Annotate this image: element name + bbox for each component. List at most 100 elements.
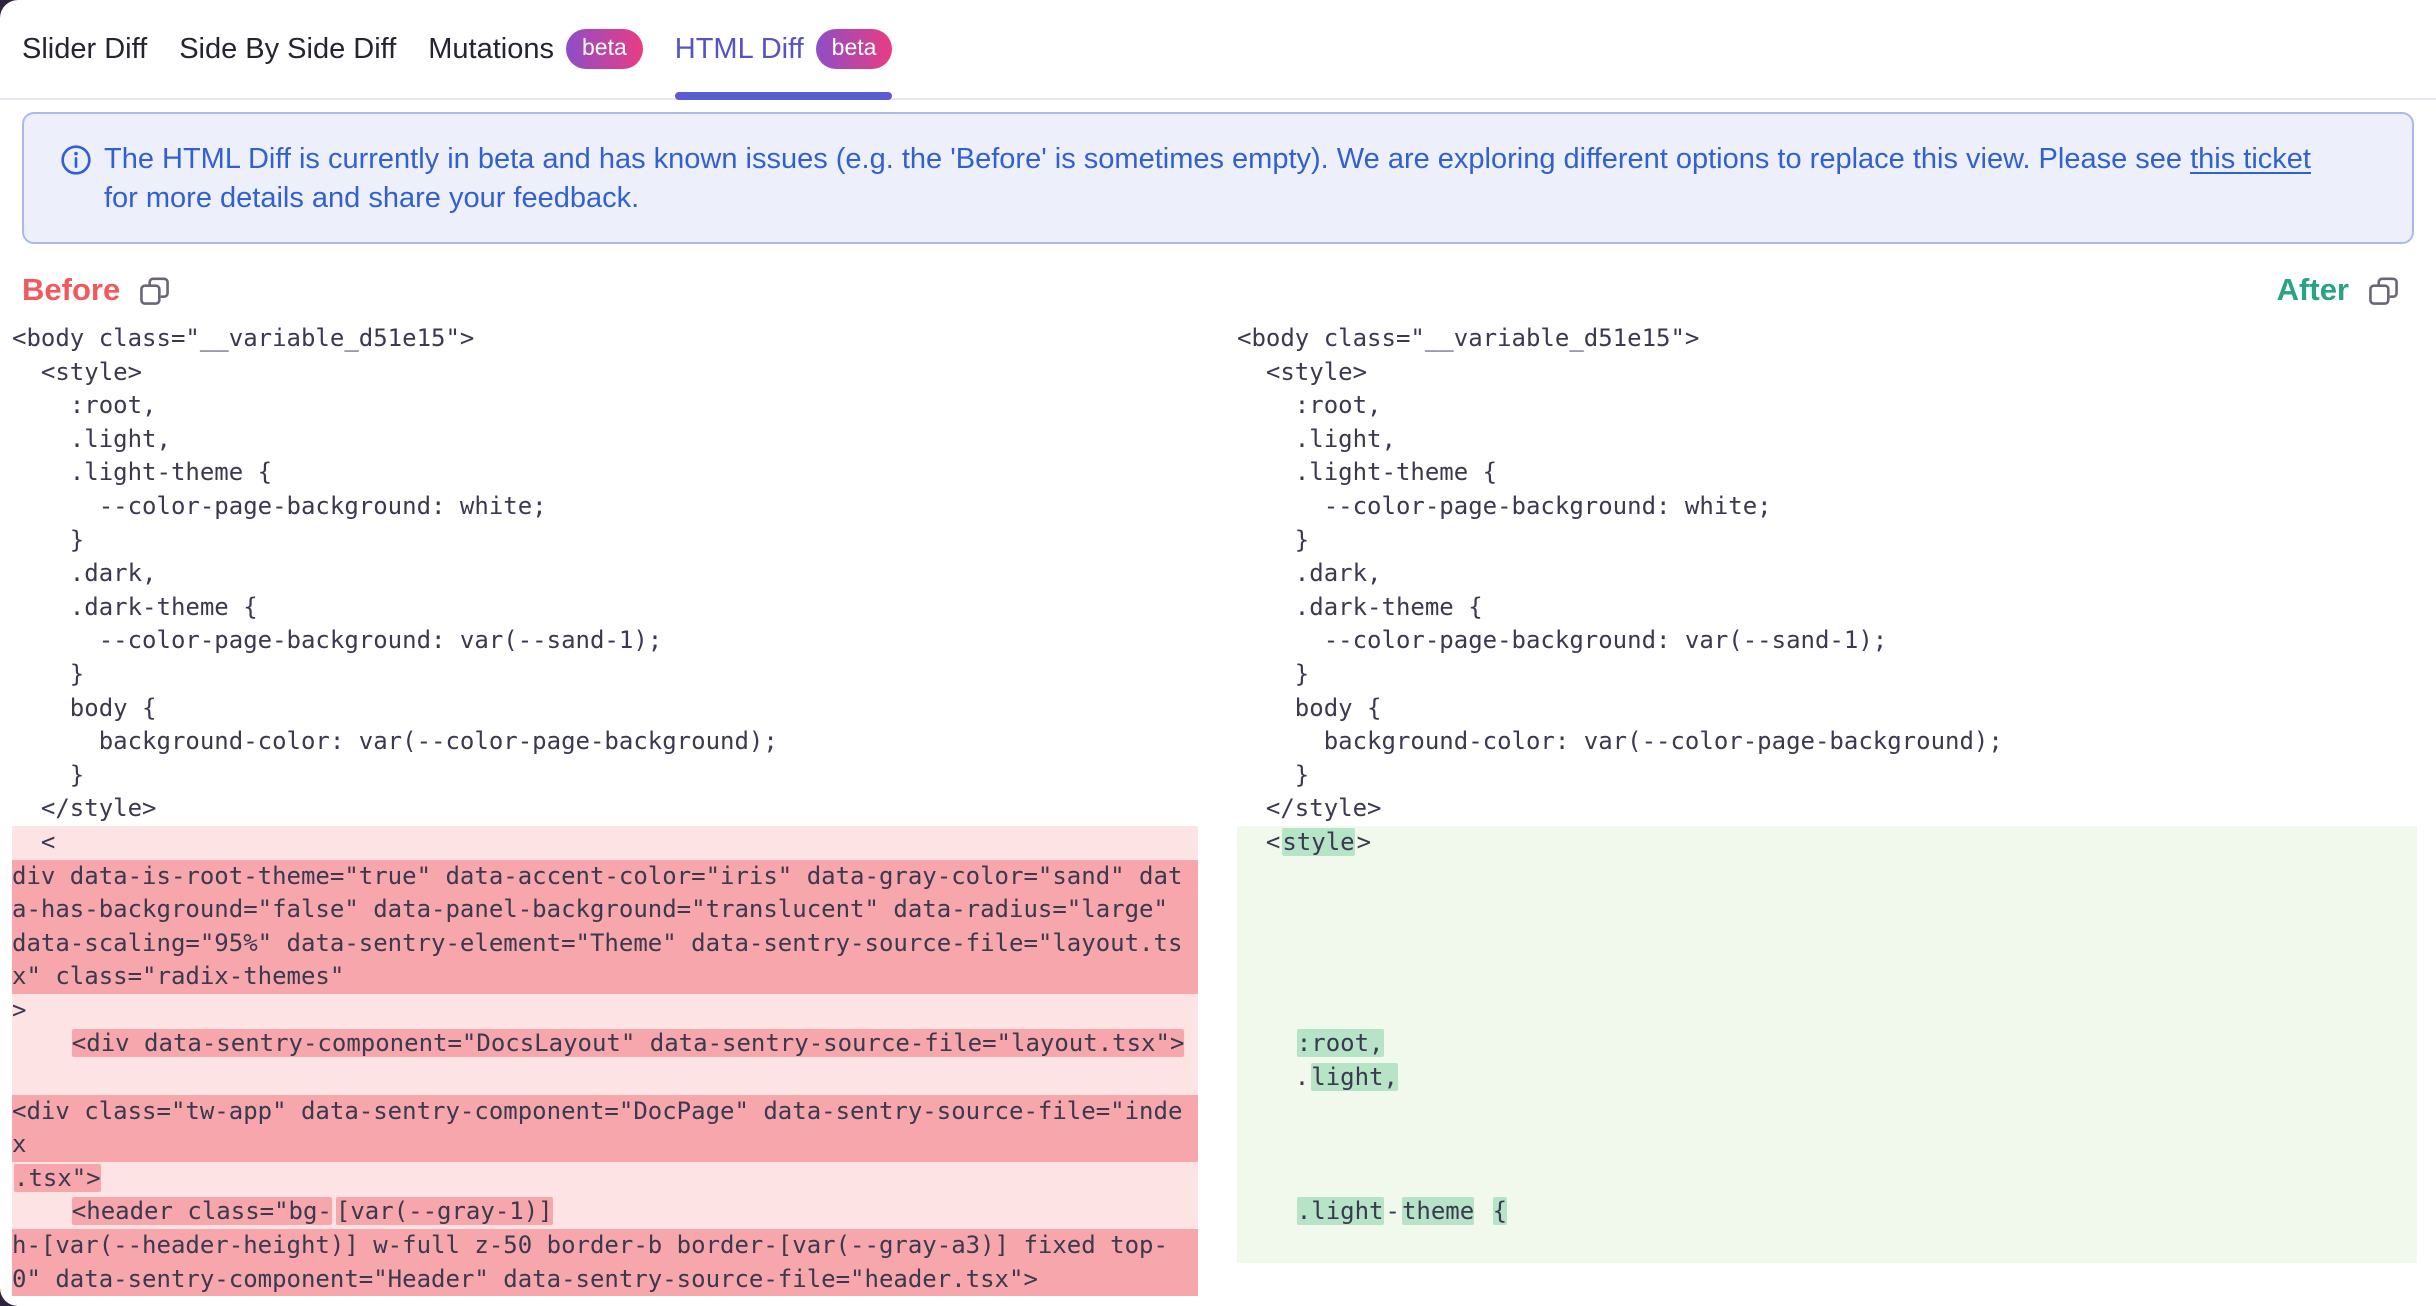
tab-label: Mutations <box>428 33 554 66</box>
code-line <box>1237 1095 2417 1129</box>
code-line: x <box>12 1128 1198 1162</box>
diff-header: Before After <box>0 272 2436 308</box>
code-line: } <box>1237 658 2417 692</box>
code-line: <style> <box>12 356 1198 390</box>
page: Slider Diff Side By Side Diff Mutations … <box>0 0 2436 1306</box>
code-segment: - <box>1386 1197 1400 1225</box>
copy-before-button[interactable] <box>138 274 171 307</box>
tab-html-diff[interactable]: HTML Diff beta <box>675 0 893 98</box>
code-line <box>1237 1162 2417 1196</box>
code-segment: [var(--gray-1)] <box>336 1197 553 1225</box>
code-line: </style> <box>1237 792 2417 826</box>
code-segment: > <box>1357 828 1371 856</box>
code-segment: --color-page-background: white; <box>12 492 547 520</box>
tab-mutations[interactable]: Mutations beta <box>428 0 643 98</box>
code-line: </style> <box>12 792 1198 826</box>
code-line: body { <box>1237 692 2417 726</box>
code-line: .light, <box>12 423 1198 457</box>
tab-label: Side By Side Diff <box>179 33 396 66</box>
active-tab-indicator <box>675 92 893 100</box>
code-segment: <style> <box>1237 358 1367 386</box>
code-segment: body { <box>1237 694 1382 722</box>
code-line: background-color: var(--color-page-backg… <box>12 725 1198 759</box>
after-code-panel: <body class="__variable_d51e15"> <style>… <box>1231 322 2417 1296</box>
code-segment: < <box>1237 828 1280 856</box>
code-segment: h-[var(--header-height)] w-full z-50 bor… <box>12 1231 1168 1259</box>
code-line: --color-page-background: white; <box>1237 490 2417 524</box>
code-segment: body { <box>12 694 157 722</box>
code-segment: } <box>1237 761 1309 789</box>
code-line: background-color: var(--color-page-backg… <box>1237 725 2417 759</box>
code-line: --color-page-background: white; <box>12 490 1198 524</box>
code-line: x" class="radix-themes" <box>12 960 1198 994</box>
code-line: .light-theme { <box>12 456 1198 490</box>
code-line: body { <box>12 692 1198 726</box>
code-line: .dark-theme { <box>1237 591 2417 625</box>
code-segment: .light-theme { <box>1237 458 1497 486</box>
code-segment: light, <box>1311 1063 1398 1091</box>
code-line: > <box>12 994 1198 1028</box>
code-segment: a-has-background="false" data-panel-back… <box>12 895 1168 923</box>
code-segment: .light-theme { <box>12 458 272 486</box>
code-segment: > <box>12 996 26 1024</box>
code-line: :root, <box>12 389 1198 423</box>
code-line: 0" data-sentry-component="Header" data-s… <box>12 1263 1198 1297</box>
code-line <box>1237 960 2417 994</box>
code-line: .dark-theme { <box>12 591 1198 625</box>
code-segment: . <box>1237 1063 1309 1091</box>
before-code-panel: <body class="__variable_d51e15"> <style>… <box>12 322 1198 1296</box>
code-segment: style <box>1282 828 1354 856</box>
info-icon <box>60 144 92 187</box>
code-segment: </style> <box>12 794 157 822</box>
code-segment: <header class="bg- <box>72 1197 332 1225</box>
code-line <box>1237 927 2417 961</box>
code-line <box>1237 860 2417 894</box>
code-segment <box>1237 1029 1295 1057</box>
ticket-link[interactable]: this ticket <box>2190 143 2311 175</box>
code-line: <header class="bg-[var(--gray-1)] <box>12 1195 1198 1229</box>
after-label: After <box>2277 272 2349 308</box>
code-line: } <box>12 658 1198 692</box>
code-line: < <box>12 826 1198 860</box>
code-segment: <body class="__variable_d51e15"> <box>1237 324 1699 352</box>
code-line: a-has-background="false" data-panel-back… <box>12 893 1198 927</box>
code-line <box>1237 994 2417 1028</box>
code-line: .dark, <box>12 557 1198 591</box>
code-line: } <box>12 759 1198 793</box>
code-line: .light-theme { <box>1237 456 2417 490</box>
diff-panels: <body class="__variable_d51e15"> <style>… <box>0 322 2436 1296</box>
code-segment: } <box>1237 526 1309 554</box>
code-segment: x <box>12 1130 26 1158</box>
code-segment: .dark-theme { <box>1237 593 1483 621</box>
tab-slider-diff[interactable]: Slider Diff <box>22 0 147 98</box>
code-segment <box>1237 1197 1295 1225</box>
copy-icon <box>138 274 171 307</box>
code-line: :root, <box>1237 389 2417 423</box>
code-segment: :root, <box>12 391 157 419</box>
code-line: <body class="__variable_d51e15"> <box>1237 322 2417 356</box>
code-line: .dark, <box>1237 557 2417 591</box>
code-segment: <style> <box>12 358 142 386</box>
code-line: div data-is-root-theme="true" data-accen… <box>12 860 1198 894</box>
before-label: Before <box>22 272 120 308</box>
code-segment: --color-page-background: var(--sand-1); <box>12 626 662 654</box>
tab-label: Slider Diff <box>22 33 147 66</box>
code-segment: .dark, <box>12 559 157 587</box>
copy-after-button[interactable] <box>2367 274 2400 307</box>
code-line <box>1237 1128 2417 1162</box>
code-line: h-[var(--header-height)] w-full z-50 bor… <box>12 1229 1198 1263</box>
code-segment: theme <box>1402 1197 1474 1225</box>
beta-banner: The HTML Diff is currently in beta and h… <box>22 112 2414 244</box>
code-segment: 0" data-sentry-component="Header" data-s… <box>12 1265 1038 1293</box>
tab-side-by-side-diff[interactable]: Side By Side Diff <box>179 0 396 98</box>
code-segment: --color-page-background: var(--sand-1); <box>1237 626 1887 654</box>
code-segment: .light, <box>12 425 171 453</box>
code-line: <style> <box>1237 826 2417 860</box>
code-line: .tsx"> <box>12 1162 1198 1196</box>
after-header: After <box>2277 272 2400 308</box>
banner-text-post: for more details and share your feedback… <box>104 182 639 214</box>
code-segment: x" class="radix-themes" <box>12 962 344 990</box>
code-segment <box>12 1197 70 1225</box>
code-line: .light-theme { <box>1237 1195 2417 1229</box>
code-line: --color-page-background: var(--sand-1); <box>12 624 1198 658</box>
